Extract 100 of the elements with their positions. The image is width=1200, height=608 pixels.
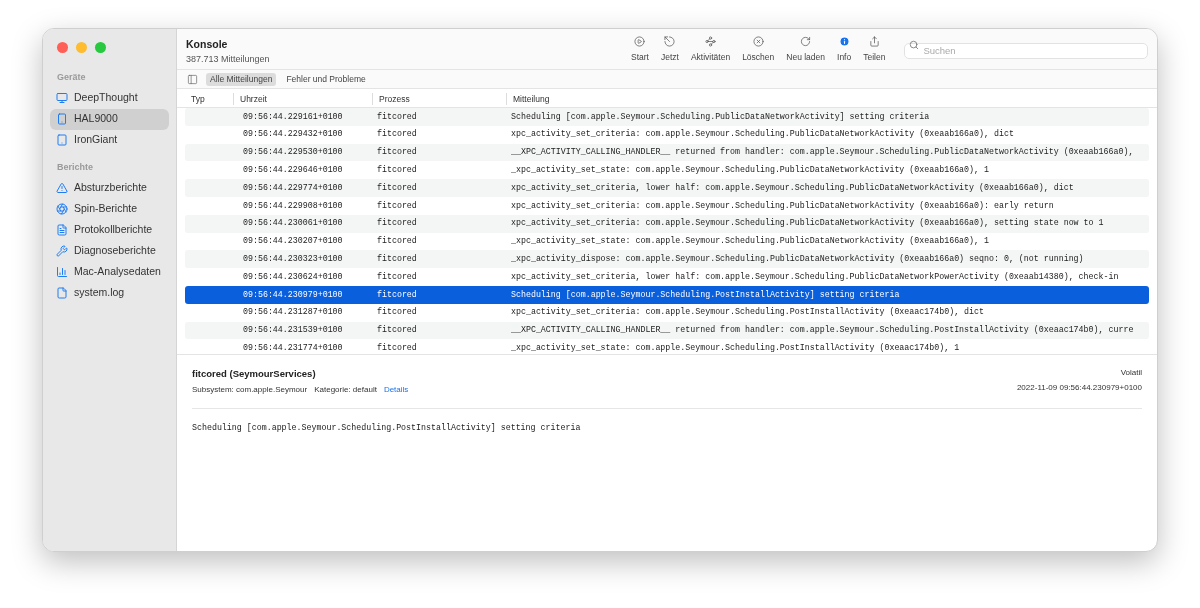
message-cell-text: __XPC_ACTIVITY_CALLING_HANDLER__ returned from handler: com.apple.Seymour.Scheduling.PublicDataNetworkActivity (0xeaab166a0), [510, 146, 1134, 159]
close-window-icon[interactable] [57, 42, 68, 53]
document-icon [56, 223, 68, 236]
process-cell-text: fitcored [376, 217, 418, 230]
log-row[interactable]: 09:56:44.230624+0100 fitcored xpc_activity_set_criteria, lower half: com.apple.Seymour.Scheduling.PublicDataNetworkPowerActivity (0xeaab14380), check-in [185, 268, 1149, 286]
path-icon [705, 36, 716, 47]
share-icon [868, 36, 880, 47]
log-row[interactable]: 09:56:44.230323+0100 fitcored _xpc_activity_dispose: com.apple.Seymour.Scheduling.PublicDataNetworkActivity (0xeaab166a0) seqno: 0, (not running) [185, 250, 1149, 269]
toolbar-button[interactable]: Aktivitäten [685, 36, 736, 64]
sidebar-item[interactable]: HAL9000 [50, 108, 169, 130]
toolbar-button[interactable]: Neu laden [781, 36, 831, 64]
time-cell-text: 09:56:44.230207+0100 [242, 235, 344, 248]
file-icon [56, 286, 68, 299]
toolbar-button[interactable]: Start [626, 36, 654, 64]
message-cell-text: _xpc_activity_set_state: com.apple.Seymour.Scheduling.PublicDataNetworkActivity (0xeaab166a0), 1 [510, 164, 989, 177]
maximize-window-icon[interactable] [95, 42, 106, 53]
message-cell-text: _xpc_activity_set_state: com.apple.Seymour.Scheduling.PostInstallActivity (0xeaac174b0), 1 [510, 342, 960, 354]
process-cell-text: fitcored [376, 306, 418, 319]
info-icon [838, 36, 850, 47]
log-row[interactable]: 09:56:44.229161+0100 fitcored Scheduling [com.apple.Seymour.Scheduling.PublicDataNetworkActivity] setting criteria [185, 108, 1149, 126]
column-header[interactable]: Mitteilung [506, 92, 1149, 106]
sidebar-item[interactable]: IronGiant [50, 129, 169, 151]
warning-icon [56, 181, 68, 194]
toolbar-button[interactable]: Info [832, 36, 857, 64]
time-cell-text: 09:56:44.229774+0100 [242, 181, 344, 194]
log-row[interactable]: 09:56:44.229432+0100 fitcored xpc_activity_set_criteria: com.apple.Seymour.Scheduling.PublicDataNetworkActivity (0xeaab166a0), dict [185, 125, 1149, 144]
sidebar-item[interactable]: Mac-Analysedaten [50, 261, 169, 282]
time-cell-text: 09:56:44.231287+0100 [242, 306, 344, 319]
log-row[interactable]: 09:56:44.231287+0100 fitcored xpc_activity_set_criteria: com.apple.Seymour.Scheduling.PostInstallActivity (0xeaac174b0), dict [185, 303, 1149, 322]
process-cell-text: fitcored [376, 128, 418, 141]
bar-chart-icon [56, 265, 68, 278]
time-cell-text: 09:56:44.231539+0100 [242, 324, 344, 337]
message-cell-text: xpc_activity_set_criteria: com.apple.Seymour.Scheduling.PostInstallActivity (0xeaac174b0), dict [510, 306, 984, 319]
aperture-icon [56, 202, 68, 215]
column-header[interactable]: Uhrzeit [233, 92, 372, 106]
sidebar-item[interactable]: system.log [50, 282, 169, 303]
category-label: Kategorie: default [314, 384, 377, 397]
time-cell-text: 09:56:44.230061+0100 [242, 217, 344, 230]
volatile-label: Volatil [1120, 367, 1142, 379]
phone-icon [56, 113, 68, 125]
sidebar-item[interactable]: Spin-Berichte [50, 198, 169, 219]
sidebar-heading: Berichte [56, 160, 94, 174]
message-cell-text: _xpc_activity_dispose: com.apple.Seymour.Scheduling.PublicDataNetworkActivity (0xeaab166a0) seqno: 0, (not running) [510, 253, 1084, 266]
time-cell-text: 09:56:44.230624+0100 [242, 270, 344, 283]
column-header[interactable]: Prozess [372, 92, 506, 106]
log-row[interactable]: 09:56:44.231774+0100 fitcored _xpc_activity_set_state: com.apple.Seymour.Scheduling.PostInstallActivity (0xeaac174b0), 1 [185, 339, 1149, 354]
message-cell-text: xpc_activity_set_criteria: com.apple.Seymour.Scheduling.PublicDataNetworkActivity (0xeaab166a0), setting state now to 1 [510, 217, 1104, 230]
process-cell-text: fitcored [376, 164, 418, 177]
process-cell-text: fitcored [376, 146, 418, 159]
log-row[interactable]: 09:56:44.230979+0100 fitcored Scheduling [com.apple.Seymour.Scheduling.PostInstallActivity] setting criteria [185, 285, 1149, 304]
process-cell-text: fitcored [376, 235, 418, 248]
sidebar-item[interactable]: Absturzberichte [50, 177, 169, 198]
time-cell-text: 09:56:44.231774+0100 [242, 342, 344, 354]
toolbar-button[interactable]: Teilen [858, 36, 891, 64]
sidebar-item[interactable]: DeepThought [50, 87, 169, 109]
column-header[interactable]: Typ [185, 92, 233, 106]
search-field[interactable]: Suchen [904, 42, 1148, 59]
log-row[interactable]: 09:56:44.230207+0100 fitcored _xpc_activity_set_state: com.apple.Seymour.Scheduling.PublicDataNetworkActivity (0xeaab166a0), 1 [185, 232, 1149, 251]
log-row[interactable]: 09:56:44.229908+0100 fitcored xpc_activity_set_criteria: com.apple.Seymour.Scheduling.PublicDataNetworkActivity (0xeaab166a0): early return [185, 197, 1149, 215]
log-row[interactable]: 09:56:44.231539+0100 fitcored __XPC_ACTIVITY_CALLING_HANDLER__ returned from handler: com.apple.Seymour.Scheduling.PostInstallActivity (0xeaac174b0), curre [185, 321, 1149, 340]
toolbar-button[interactable]: Jetzt [655, 36, 684, 64]
message-cell-text: xpc_activity_set_criteria, lower half: com.apple.Seymour.Scheduling.PublicDataNetworkActivity (0xeaab166a0), dict [510, 181, 1074, 194]
log-row[interactable]: 09:56:44.229774+0100 fitcored xpc_activity_set_criteria, lower half: com.apple.Seymour.Scheduling.PublicDataNetworkActivity (0xeaab166a0), dict [185, 179, 1149, 197]
details-link[interactable]: Details [383, 384, 409, 397]
log-row[interactable]: 09:56:44.229530+0100 fitcored __XPC_ACTIVITY_CALLING_HANDLER__ returned from handler: com.apple.Seymour.Scheduling.PublicDataNetworkActivity (0xeaab166a0), [185, 143, 1149, 162]
time-cell-text: 09:56:44.229908+0100 [242, 199, 344, 212]
play-icon [634, 36, 646, 47]
process-cell-text: fitcored [376, 199, 418, 212]
time-cell-text: 09:56:44.229161+0100 [242, 110, 344, 123]
message-cell-text: xpc_activity_set_criteria, lower half: com.apple.Seymour.Scheduling.PublicDataNetworkPowerActivity (0xeaab14380), check-in [510, 270, 1119, 283]
time-cell-text: 09:56:44.229646+0100 [242, 164, 344, 177]
sidebar-heading: Geräte [56, 71, 87, 84]
subsystem-label: Subsystem: com.apple.Seymour [192, 384, 308, 397]
log-row[interactable]: 09:56:44.229646+0100 fitcored _xpc_activity_set_state: com.apple.Seymour.Scheduling.PublicDataNetworkActivity (0xeaab166a0), 1 [185, 161, 1149, 180]
sidebar-item[interactable]: Protokollberichte [50, 219, 169, 240]
toolbar-button[interactable]: Löschen [737, 36, 780, 64]
wrench-icon [56, 244, 68, 257]
time-cell-text: 09:56:44.230323+0100 [242, 253, 344, 266]
search-icon [909, 40, 920, 50]
clear-icon [752, 36, 764, 47]
minimize-window-icon[interactable] [76, 42, 87, 53]
message-cell-text: _xpc_activity_set_state: com.apple.Seymour.Scheduling.PublicDataNetworkActivity (0xeaab166a0), 1 [510, 235, 989, 248]
sidebar-toggle-icon[interactable] [187, 73, 198, 85]
time-cell-text: 09:56:44.229432+0100 [242, 128, 344, 141]
detail-title: fitcored (SeymourServices) [192, 367, 317, 381]
window-title: Konsole [186, 37, 229, 52]
detail-message: Scheduling [com.apple.Seymour.Scheduling.PostInstallActivity] setting criteria [192, 422, 582, 435]
filter-tab[interactable]: Alle Mitteilungen [206, 72, 277, 86]
reload-icon [800, 36, 812, 47]
tablet-icon [56, 134, 68, 146]
log-row[interactable]: 09:56:44.230061+0100 fitcored xpc_activity_set_criteria: com.apple.Seymour.Scheduling.PublicDataNetworkActivity (0xeaab166a0), setting state now to 1 [185, 214, 1149, 233]
process-cell-text: fitcored [376, 270, 418, 283]
process-cell-text: fitcored [376, 288, 418, 301]
monitor-icon [56, 92, 68, 104]
message-count: 387.713 Mitteilungen [186, 52, 271, 66]
sidebar-item[interactable]: Diagnoseberichte [50, 240, 169, 261]
arrow-circle-icon [664, 36, 676, 47]
filter-tab[interactable]: Fehler und Probleme [282, 72, 370, 86]
process-cell-text: fitcored [376, 181, 418, 194]
process-cell-text: fitcored [376, 324, 418, 337]
